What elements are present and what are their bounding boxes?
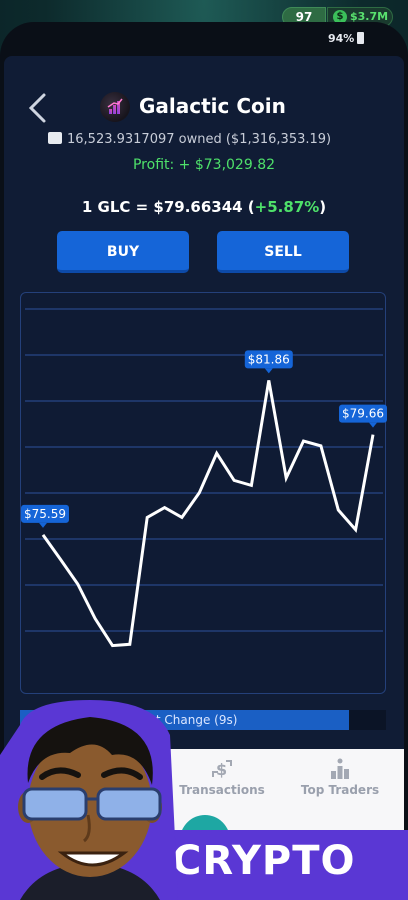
tab-transactions[interactable]: $ Transactions xyxy=(176,757,268,797)
price-line-series xyxy=(41,380,375,648)
galactic-coin-logo-icon xyxy=(100,92,130,122)
price-callout-label: $75.59 xyxy=(24,507,66,521)
profit-text: Profit: + $73,029.82 xyxy=(132,157,276,173)
price-line: 1 GLC = $79.66344 (+5.87%) xyxy=(4,198,404,216)
price-chart-svg: $75.59 $81.86 $79.66 xyxy=(21,308,387,648)
price-chart: $75.59 $81.86 $79.66 xyxy=(20,292,387,694)
wallet-icon xyxy=(48,132,62,144)
price-callout: $75.59 xyxy=(21,504,69,528)
price-callout: $81.86 xyxy=(244,350,293,374)
battery-percent: 94% xyxy=(328,32,355,45)
owned-text: 16,523.9317097 owned ($1,316,353.19) xyxy=(67,132,332,147)
tab-transactions-label: Transactions xyxy=(179,783,265,797)
buy-button[interactable]: BUY xyxy=(57,231,189,273)
price-callout-label: $81.86 xyxy=(248,352,290,366)
sell-button[interactable]: SELL xyxy=(217,231,349,273)
price-callout-label: $79.66 xyxy=(342,407,384,421)
tab-top-traders[interactable]: Top Traders xyxy=(290,757,390,797)
coin-title: Galactic Coin xyxy=(139,94,286,118)
battery-status: 94% xyxy=(328,32,365,45)
price-text: 1 GLC = $79.66344 ( xyxy=(81,198,255,216)
transactions-icon: $ xyxy=(212,760,232,779)
tab-top-traders-label: Top Traders xyxy=(300,783,380,797)
price-change: +5.87% xyxy=(254,198,320,216)
back-arrow-icon[interactable] xyxy=(26,92,50,124)
character-avatar xyxy=(0,700,178,900)
crypto-banner-text: CRYPTO xyxy=(172,838,356,884)
owned-amount: 16,523.9317097 owned ($1,316,353.19) xyxy=(48,132,331,147)
price-suffix: ) xyxy=(319,198,327,216)
price-callout: $79.66 xyxy=(339,404,387,428)
leaderboard-icon xyxy=(331,758,349,779)
battery-icon xyxy=(357,32,365,44)
svg-text:$: $ xyxy=(216,760,227,779)
